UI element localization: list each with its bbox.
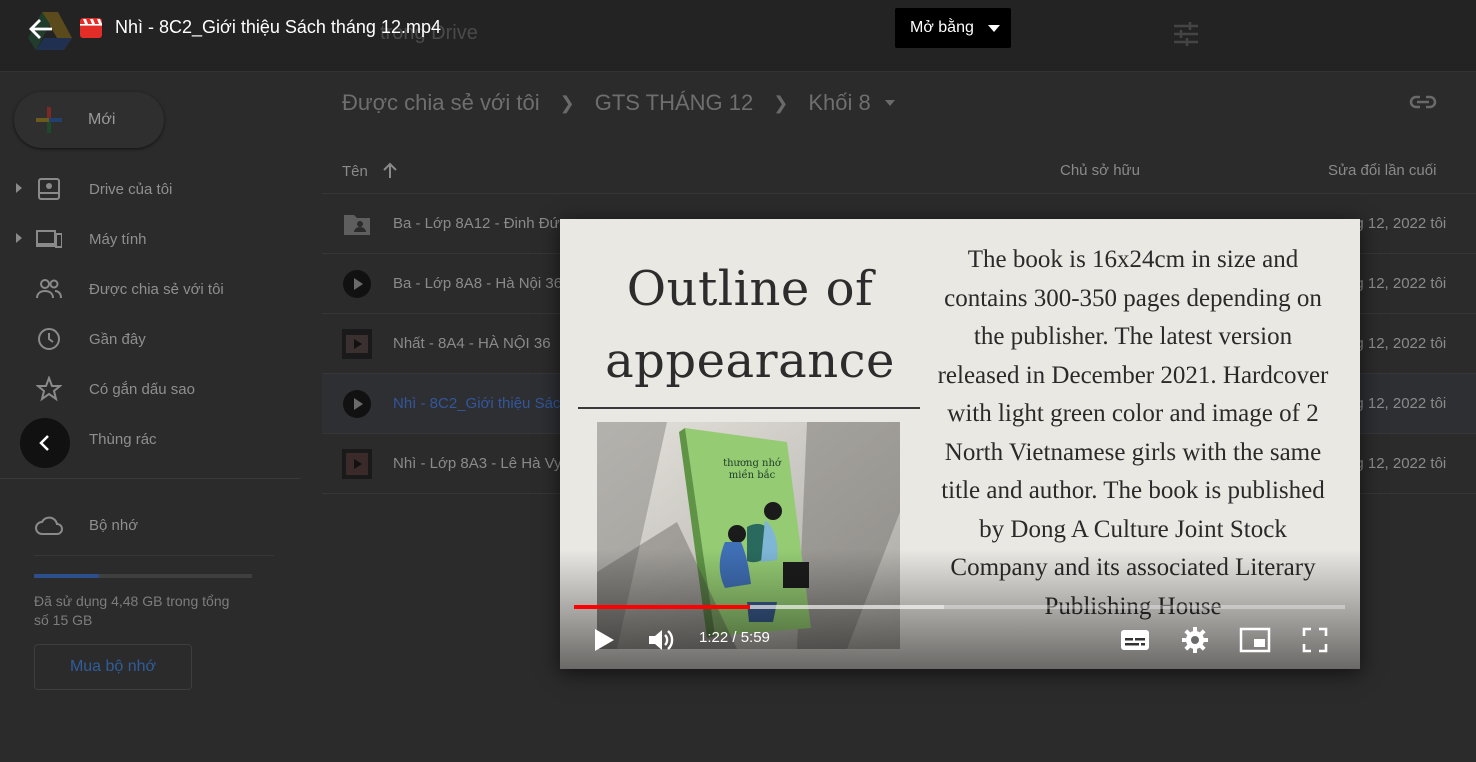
storage-section: Bộ nhớ Đã sử dụng 4,48 GB trong tổng số … — [34, 496, 274, 690]
sidebar-item-label: Máy tính — [89, 230, 147, 248]
my-drive-icon — [38, 178, 60, 200]
file-name: Nhì - 8C2_Giới thiệu Sách — [393, 395, 563, 412]
video-progress-bar[interactable] — [574, 605, 1345, 609]
breadcrumb-item[interactable]: Được chia sẻ với tôi — [342, 90, 540, 116]
file-list-header: Tên Chủ sở hữu Sửa đổi lần cuối — [322, 146, 1476, 194]
sidebar-divider — [0, 478, 300, 479]
sidebar-item-recent[interactable]: Gần đây — [0, 314, 300, 364]
storage-usage-fill — [34, 574, 99, 578]
book-cover-title: thương nhớ miền bắc — [723, 458, 781, 481]
shared-folder-icon — [344, 215, 370, 235]
storage-label[interactable]: Bộ nhớ — [89, 517, 138, 534]
sidebar-item-shared[interactable]: Được chia sẻ với tôi — [0, 264, 300, 314]
video-file-icon — [343, 390, 371, 418]
file-modified-date: ng 12, 2022 tôi — [1347, 395, 1447, 412]
chevron-right-icon: ❯ — [559, 92, 575, 113]
open-with-label: Mở bằng — [910, 19, 974, 36]
open-with-button[interactable]: Mở bằng — [895, 8, 1011, 48]
gear-icon — [1182, 627, 1208, 653]
sidebar-item-computers[interactable]: Máy tính — [0, 214, 300, 264]
expand-caret-icon[interactable] — [16, 183, 22, 193]
column-label: Tên — [342, 162, 368, 180]
file-name: Nhì - Lớp 8A3 - Lê Hà Vy — [393, 455, 562, 472]
sidebar-item-label: Thùng rác — [89, 430, 157, 448]
breadcrumb-current[interactable]: Khối 8 — [808, 90, 870, 116]
star-icon — [36, 376, 62, 402]
file-name: Ba - Lớp 8A8 - Hà Nội 36 — [393, 275, 563, 292]
progress-played — [574, 605, 750, 609]
computer-icon — [36, 230, 62, 248]
storage-usage-bar — [34, 574, 252, 578]
file-name: Nhất - 8A4 - HÀ NỘI 36 — [393, 335, 551, 352]
new-button-label: Mới — [88, 111, 116, 128]
file-modified-date: ng 12, 2022 tôi — [1347, 215, 1447, 232]
breadcrumb-item[interactable]: GTS THÁNG 12 — [595, 90, 754, 116]
expand-caret-icon[interactable] — [16, 233, 22, 243]
file-viewer-toolbar: Nhì - 8C2_Giới thiệu Sách tháng 12.mp4 M… — [0, 0, 1476, 58]
volume-icon — [649, 630, 674, 650]
video-file-icon — [343, 270, 371, 298]
clock-icon — [38, 328, 60, 350]
chevron-right-icon: ❯ — [773, 92, 789, 113]
slide-title: Outline of appearance — [605, 261, 895, 389]
fullscreen-button[interactable] — [1298, 623, 1332, 657]
plus-icon — [36, 107, 62, 133]
back-arrow-icon[interactable] — [24, 12, 58, 46]
column-header-name[interactable]: Tên — [342, 162, 400, 180]
column-header-modified[interactable]: Sửa đổi lần cuối — [1328, 162, 1436, 179]
file-modified-date: ng 12, 2022 tôi — [1347, 455, 1447, 472]
settings-button[interactable] — [1178, 623, 1212, 657]
file-name: Ba - Lớp 8A12 - Đinh Đức — [393, 215, 563, 232]
volume-button[interactable] — [644, 623, 678, 657]
file-modified-date: ng 12, 2022 tôi — [1347, 335, 1447, 352]
dropdown-arrow-icon — [987, 24, 1000, 32]
fullscreen-icon — [1302, 627, 1328, 653]
play-icon — [595, 629, 614, 651]
sidebar-item-label: Được chia sẻ với tôi — [89, 280, 224, 298]
miniplayer-button[interactable] — [1238, 623, 1272, 657]
subtitles-icon — [1121, 630, 1149, 650]
buy-storage-button[interactable]: Mua bộ nhớ — [34, 644, 192, 690]
sidebar-item-label: Có gắn dấu sao — [89, 380, 195, 398]
subtitles-button[interactable] — [1118, 623, 1152, 657]
column-header-owner: Chủ sở hữu — [1060, 162, 1140, 179]
collapse-sidebar-button[interactable] — [20, 418, 70, 468]
sidebar-item-label: Drive của tôi — [89, 180, 173, 198]
file-title: Nhì - 8C2_Giới thiệu Sách tháng 12.mp4 — [115, 17, 441, 37]
video-file-type-icon — [80, 18, 102, 38]
slide-divider — [578, 407, 920, 409]
link-icon[interactable] — [1408, 90, 1438, 114]
cloud-icon — [35, 516, 63, 535]
video-thumbnail-icon — [342, 449, 372, 479]
picture-in-picture-icon — [1239, 627, 1271, 653]
breadcrumb: Được chia sẻ với tôi ❯ GTS THÁNG 12 ❯ Kh… — [342, 88, 895, 118]
time-display: 1:22 / 5:59 — [699, 629, 770, 646]
dropdown-arrow-icon[interactable] — [884, 100, 895, 106]
video-player[interactable]: Outline of appearance thương nhớ miền bắ… — [560, 219, 1360, 669]
sidebar-item-my-drive[interactable]: Drive của tôi — [0, 164, 300, 214]
storage-usage-text: Đã sử dụng 4,48 GB trong tổng số 15 GB — [34, 593, 230, 628]
file-modified-date: ng 12, 2022 tôi — [1347, 275, 1447, 292]
sidebar-item-starred[interactable]: Có gắn dấu sao — [0, 364, 300, 414]
chevron-left-icon — [39, 435, 49, 451]
sort-arrow-up-icon[interactable] — [380, 162, 400, 180]
play-button[interactable] — [587, 623, 621, 657]
video-thumbnail-icon — [342, 329, 372, 359]
sidebar-item-label: Gần đây — [89, 330, 146, 348]
shared-icon — [36, 279, 62, 299]
new-button[interactable]: Mới — [14, 92, 164, 148]
